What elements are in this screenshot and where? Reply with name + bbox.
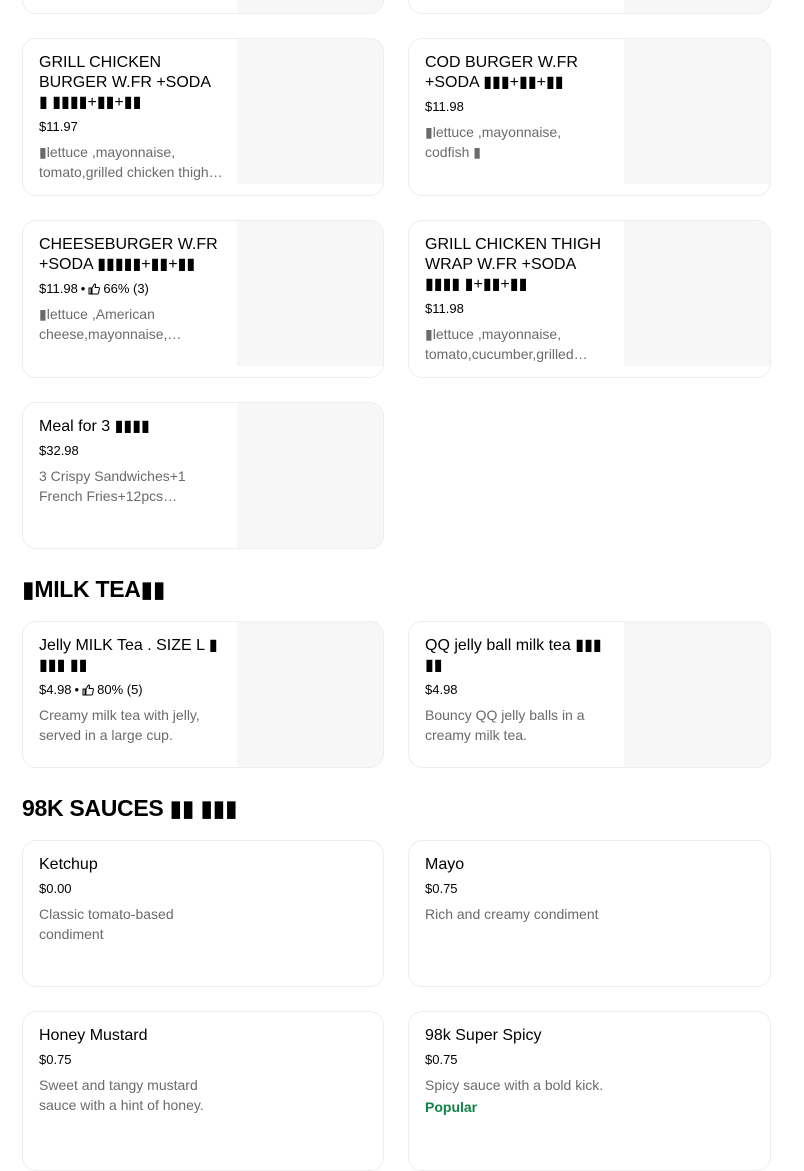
menu-item-title: Mayo	[425, 856, 465, 873]
menu-item-price: $0.75	[39, 1052, 72, 1067]
menu-item-image	[624, 221, 770, 366]
menu-item-image	[237, 622, 383, 767]
menu-item-card[interactable]: Meal for 3 ▮▮▮▮ $32.98 3 Crispy Sandwich…	[22, 402, 384, 549]
popular-badge: Popular	[425, 1099, 478, 1115]
menu-item-card[interactable]: CHEESEBURGER W.FR +SODA ▮▮▮▮▮+▮▮+▮▮ $11.…	[22, 220, 384, 378]
menu-item-card[interactable]: 98k Super Spicy $0.75 Spicy sauce with a…	[408, 1011, 771, 1171]
thumbs-up-icon	[82, 684, 95, 696]
menu-item-description: Creamy milk tea with jelly, served in a …	[39, 707, 200, 743]
menu-item-card[interactable]: Honey Mustard $0.75 Sweet and tangy must…	[22, 1011, 384, 1171]
menu-item-title: GRILL CHICKEN BURGER W.FR +SODA ▮ ▮▮▮▮+▮…	[39, 54, 211, 111]
menu-item-title: COD BURGER W.FR +SODA ▮▮▮+▮▮+▮▮	[425, 54, 578, 91]
menu-item-title: Meal for 3 ▮▮▮▮	[39, 418, 150, 435]
menu-item-title: GRILL CHICKEN THIGH WRAP W.FR +SODA ▮▮▮▮…	[425, 236, 602, 293]
menu-item-price: $4.98	[39, 682, 72, 697]
menu-item-title: Honey Mustard	[39, 1027, 148, 1044]
menu-item-image	[624, 622, 770, 767]
menu-item-rating: 66% (3)	[103, 281, 149, 296]
section-title-sauces: 98K SAUCES ▮▮ ▮▮▮	[22, 795, 238, 821]
menu-item-price: $32.98	[39, 443, 79, 458]
menu-item-description: Spicy sauce with a bold kick.	[425, 1077, 604, 1093]
thumbs-up-icon	[88, 283, 101, 295]
menu-item-card[interactable]: Jelly MILK Tea . SIZE L ▮ ▮▮▮ ▮▮ $4.98 •…	[22, 621, 384, 768]
menu-item-card-partial[interactable]	[408, 0, 771, 14]
menu-item-description: ▮lettuce ,mayonnaise, tomato,cucumber,gr…	[425, 326, 588, 362]
menu-item-description: Sweet and tangy mustard sauce with a hin…	[39, 1077, 204, 1113]
menu-item-description: ▮lettuce ,American cheese,mayonnaise,…	[39, 306, 182, 342]
menu-item-title: CHEESEBURGER W.FR +SODA ▮▮▮▮▮+▮▮+▮▮	[39, 236, 218, 273]
menu-item-card[interactable]: GRILL CHICKEN THIGH WRAP W.FR +SODA ▮▮▮▮…	[408, 220, 771, 378]
section-title-milk-tea: ▮MILK TEA▮▮	[22, 576, 166, 602]
menu-item-title: 98k Super Spicy	[425, 1027, 542, 1044]
menu-item-description: Rich and creamy condiment	[425, 906, 599, 922]
menu-item-image	[624, 39, 770, 184]
menu-item-price: $11.98	[425, 301, 464, 316]
menu-item-card[interactable]: Mayo $0.75 Rich and creamy condiment	[408, 840, 771, 987]
menu-item-price: $11.98	[425, 99, 464, 114]
price-separator: •	[80, 281, 86, 296]
menu-item-card[interactable]: COD BURGER W.FR +SODA ▮▮▮+▮▮+▮▮ $11.98 ▮…	[408, 38, 771, 196]
menu-item-image	[237, 403, 383, 548]
menu-item-description: 3 Crispy Sandwiches+1 French Fries+12pcs…	[39, 468, 186, 504]
menu-item-price: $0.75	[425, 881, 458, 896]
menu-item-rating: 80% (5)	[97, 682, 143, 697]
menu-item-price: $11.97	[39, 119, 78, 134]
menu-item-description: Classic tomato-based condiment	[39, 906, 174, 942]
menu-item-card-partial[interactable]	[22, 0, 384, 14]
menu-item-card[interactable]: GRILL CHICKEN BURGER W.FR +SODA ▮ ▮▮▮▮+▮…	[22, 38, 384, 196]
price-separator: •	[74, 682, 80, 697]
menu-item-title: Ketchup	[39, 856, 98, 873]
menu-item-image	[237, 39, 383, 184]
menu-item-image	[237, 221, 383, 366]
menu-item-price: $11.98	[39, 281, 78, 296]
menu-item-description: ▮lettuce ,mayonnaise, tomato,grilled chi…	[39, 144, 223, 180]
menu-item-title: QQ jelly ball milk tea ▮▮▮ ▮▮	[425, 637, 602, 674]
menu-item-title: Jelly MILK Tea . SIZE L ▮ ▮▮▮ ▮▮	[39, 637, 218, 674]
menu-item-card[interactable]: QQ jelly ball milk tea ▮▮▮ ▮▮ $4.98 Boun…	[408, 621, 771, 768]
menu-item-price: $0.75	[425, 1052, 458, 1067]
menu-item-description: Bouncy QQ jelly balls in a creamy milk t…	[425, 707, 585, 743]
menu-item-price: $0.00	[39, 881, 72, 896]
menu-item-price: $4.98	[425, 682, 458, 697]
menu-item-card[interactable]: Ketchup $0.00 Classic tomato-based condi…	[22, 840, 384, 987]
menu-item-description: ▮lettuce ,mayonnaise, codfish ▮	[425, 124, 562, 160]
